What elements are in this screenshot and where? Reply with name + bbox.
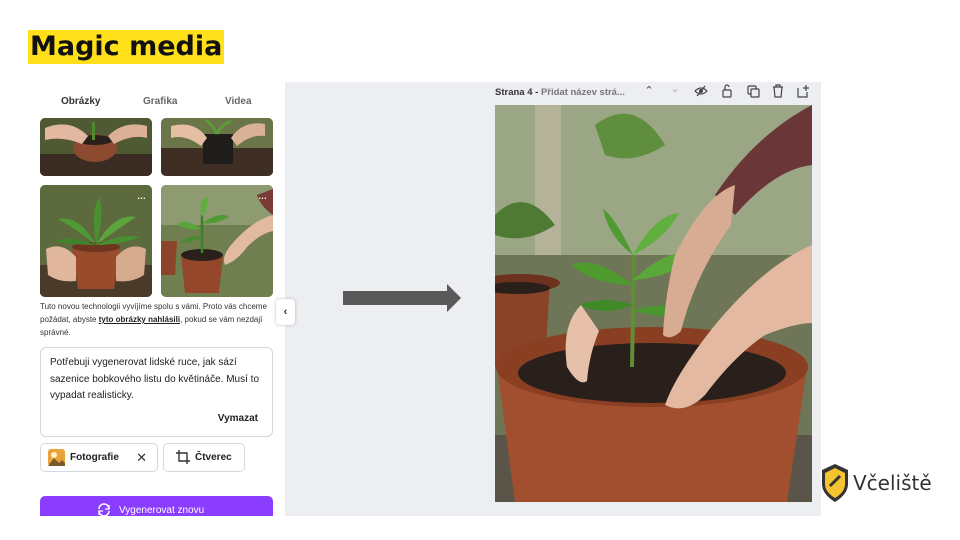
style-chip-photography[interactable]: Fotografie ✕ <box>40 443 158 472</box>
bee-shield-icon <box>822 464 848 502</box>
logo-text: Včeliště <box>853 471 932 495</box>
collapse-panel-chevron-icon[interactable]: ‹ <box>276 299 295 325</box>
regenerate-button[interactable]: Vygenerovat znovu <box>40 496 273 516</box>
arrow-shaft <box>343 291 447 305</box>
result-thumbnail[interactable] <box>161 118 273 176</box>
result-thumbnail[interactable]: … <box>40 185 152 297</box>
right-arrow-icon <box>447 284 461 312</box>
prompt-textarea[interactable]: Potřebuji vygenerovat lidské ruce, jak s… <box>40 347 273 437</box>
tab-videos[interactable]: Videa <box>225 96 252 107</box>
result-thumbnail[interactable] <box>40 118 152 176</box>
page-title-input[interactable]: Přidat název strá... <box>541 87 625 98</box>
tab-images[interactable]: Obrázky <box>61 96 100 107</box>
add-page-icon[interactable] <box>796 84 810 98</box>
style-chip-label: Fotografie <box>70 452 119 463</box>
duplicate-icon[interactable] <box>746 84 760 98</box>
media-tabs: Obrázky Grafika Videa <box>28 82 285 118</box>
regenerate-label: Vygenerovat znovu <box>119 505 205 516</box>
chevron-up-icon[interactable]: ⌃ <box>642 84 656 98</box>
photo-style-icon <box>48 449 65 466</box>
prompt-text[interactable]: Potřebuji vygenerovat lidské ruce, jak s… <box>50 355 262 405</box>
more-options-icon[interactable]: … <box>137 191 146 201</box>
crop-icon <box>176 450 190 464</box>
unlock-icon[interactable] <box>720 84 734 98</box>
report-link[interactable]: tyto obrázky nahlásili <box>99 315 180 324</box>
clear-button[interactable]: Vymazat <box>218 413 258 424</box>
page-header: Strana 4 - Přidat název strá... <box>495 87 625 98</box>
magic-media-panel: Obrázky Grafika Videa … … Tuto novou tec… <box>28 82 285 516</box>
refresh-icon <box>97 503 111 516</box>
aspect-chip-label: Čtverec <box>195 452 232 463</box>
chevron-down-icon[interactable]: ⌄ <box>668 82 682 96</box>
result-thumbnail[interactable]: … <box>161 185 273 297</box>
vceliste-logo: Včeliště <box>820 462 940 506</box>
close-icon[interactable]: ✕ <box>136 450 147 466</box>
hide-eye-icon[interactable] <box>694 84 708 98</box>
tab-graphics[interactable]: Grafika <box>143 96 177 107</box>
disclaimer-text: Tuto novou technologii vyvíjíme spolu s … <box>40 300 283 339</box>
aspect-chip-square[interactable]: Čtverec <box>163 443 245 472</box>
generated-plant-image[interactable] <box>495 105 812 502</box>
more-options-icon[interactable]: … <box>258 191 267 201</box>
slide-title: Magic media <box>28 30 225 64</box>
editor-canvas-area: Strana 4 - Přidat název strá... ⌃ ⌄ <box>485 82 821 516</box>
trash-icon[interactable] <box>771 84 785 98</box>
page-number: Strana 4 - <box>495 87 539 98</box>
